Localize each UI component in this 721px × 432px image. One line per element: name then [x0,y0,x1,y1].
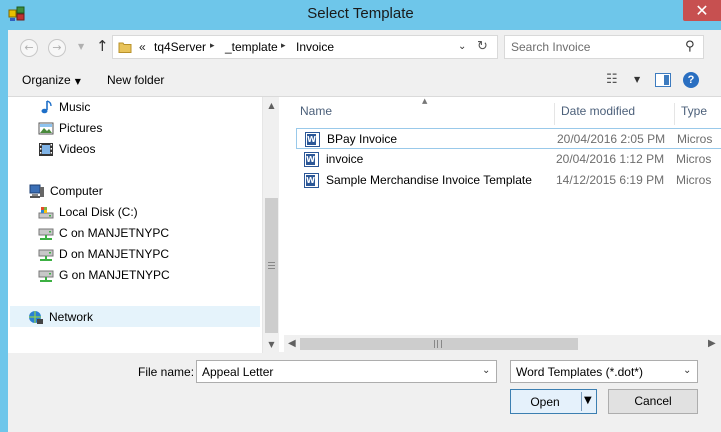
organize-button[interactable]: Organize ▼ [22,73,81,87]
word-document-icon: W [304,173,319,188]
refresh-icon[interactable]: ↻ [477,39,488,54]
address-dropdown-icon[interactable]: ⌄ [458,41,466,52]
grip-icon [268,262,275,269]
music-icon [41,100,52,114]
column-header-date-modified[interactable]: Date modified [554,103,674,125]
scroll-down-arrow-icon[interactable]: ▼ [263,336,280,353]
chevron-down-icon[interactable]: ⌄ [482,365,490,376]
nav-selection-highlight [10,306,260,327]
column-header-name[interactable]: Name [294,103,554,125]
organize-label: Organize [22,73,71,87]
nav-pane-scrollbar[interactable]: ▲ ▼ [262,97,279,353]
grip-icon [434,340,442,348]
chevron-down-icon: ▼ [74,77,81,86]
breadcrumb-tq4server[interactable]: tq4Server [154,40,206,54]
computer-icon [29,184,44,198]
column-header-type[interactable]: Type [674,103,721,125]
network-icon [29,311,43,324]
breadcrumb-separator[interactable]: ▸ [210,41,215,51]
breadcrumb-invoice[interactable]: Invoice [296,40,334,54]
scroll-up-arrow-icon[interactable]: ▲ [263,97,280,114]
toolbar: Organize ▼ New folder ☷ ▼ ? [8,66,721,94]
close-button[interactable]: ✕ [683,0,721,21]
file-type: Micros [676,152,712,166]
breadcrumb-template[interactable]: _template [225,40,278,54]
scroll-left-arrow-icon[interactable]: ◀ [288,335,296,353]
nav-item-label: C on MANJETNYPC [59,226,170,240]
chevron-down-icon[interactable]: ⌄ [683,365,691,376]
up-button[interactable]: ↑ [96,37,109,55]
forward-arrow-icon: → [52,41,62,54]
cancel-button[interactable]: Cancel [608,389,698,414]
scrollbar-thumb[interactable] [265,198,278,333]
nav-item-label: Network [49,310,94,324]
close-icon: ✕ [695,1,709,20]
title-bar: Select Template ✕ [0,0,721,30]
search-input[interactable] [505,36,681,58]
folder-icon [118,42,132,53]
view-options-dropdown[interactable]: ▼ [634,75,640,84]
preview-pane-icon[interactable] [655,73,671,87]
address-overflow-chevron[interactable]: « [139,40,146,54]
file-name: BPay Invoice [327,132,398,146]
nav-item-label: Videos [59,142,96,156]
word-document-icon: W [304,152,319,167]
file-date: 20/04/2016 1:12 PM [556,152,665,166]
help-icon[interactable]: ? [683,72,699,88]
split-divider [581,392,582,411]
pictures-icon [38,122,54,135]
file-name: Sample Merchandise Invoice Template [326,173,532,187]
file-name-input[interactable] [197,361,477,382]
up-arrow-icon: ↑ [96,37,109,55]
file-row[interactable]: W invoice 20/04/2016 1:12 PM Micros [296,149,721,170]
file-type: Micros [676,173,712,187]
file-row[interactable]: W BPay Invoice 20/04/2016 2:05 PM Micros [296,128,721,149]
window-title: Select Template [307,5,414,22]
videos-icon [39,143,53,156]
network-drive-icon [38,228,54,240]
scrollbar-thumb[interactable] [300,338,578,350]
browser-panes: Music Pictures Videos Computer Local Dis… [8,96,721,353]
search-icon[interactable]: ⚲ [685,39,695,54]
new-folder-button[interactable]: New folder [107,73,164,87]
file-name-combobox[interactable]: ⌄ [196,360,497,383]
breadcrumb-separator[interactable]: ▸ [281,41,286,51]
nav-item-label: Music [59,100,91,114]
search-box[interactable]: ⚲ [504,35,704,59]
file-type-select[interactable]: Word Templates (*.dot*) ⌄ [510,360,698,383]
back-button[interactable]: ← [20,39,38,57]
open-button[interactable]: Open ▼ [510,389,597,414]
nav-item-label: Local Disk (C:) [59,205,138,219]
file-type-value: Word Templates (*.dot*) [516,365,643,379]
change-view-icon[interactable]: ☷ [606,72,618,87]
address-bar[interactable]: « tq4Server ▸ _template ▸ Invoice ⌄ ↻ [112,35,498,59]
scroll-right-arrow-icon[interactable]: ▶ [708,335,716,353]
open-options-dropdown-icon[interactable]: ▼ [584,395,592,406]
file-date: 14/12/2015 6:19 PM [556,173,665,187]
open-button-label: Open [530,395,560,409]
recent-locations-dropdown[interactable]: ▼ [78,42,84,51]
word-document-icon: W [305,132,320,147]
network-drive-icon [38,270,54,282]
file-date: 20/04/2016 2:05 PM [557,132,666,146]
dialog-body: ← → ▼ ↑ « tq4Server ▸ _template ▸ Invoic… [8,30,721,432]
file-list-pane[interactable]: ▲ Name Date modified Type W BPay Invoice… [284,97,721,353]
nav-item-label: G on MANJETNYPC [59,268,170,282]
file-name: invoice [326,152,364,166]
navigation-pane[interactable]: Music Pictures Videos Computer Local Dis… [8,97,262,353]
network-drive-icon [38,249,54,261]
nav-item-label: Computer [50,184,103,198]
nav-item-label: Pictures [59,121,103,135]
file-name-label: File name: [138,365,195,379]
local-disk-icon [38,207,54,219]
file-type: Micros [677,132,713,146]
forward-button[interactable]: → [48,39,66,57]
nav-item-label: D on MANJETNYPC [59,247,170,261]
file-list-horizontal-scrollbar[interactable]: ◀ ▶ [284,335,721,353]
back-arrow-icon: ← [24,41,34,54]
file-row[interactable]: W Sample Merchandise Invoice Template 14… [296,170,721,191]
